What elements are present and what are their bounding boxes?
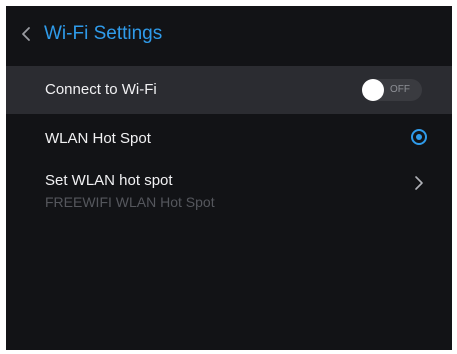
wlan-hotspot-row[interactable]: WLAN Hot Spot: [6, 116, 452, 160]
connect-wifi-label: Connect to Wi-Fi: [45, 81, 157, 98]
toggle-knob: [362, 79, 384, 101]
page-title: Wi-Fi Settings: [44, 23, 163, 44]
set-wlan-hotspot-row[interactable]: Set WLAN hot spot FREEWIFI WLAN Hot Spot: [6, 162, 452, 224]
wifi-settings-screen: Wi-Fi Settings Connect to Wi-Fi OFF WLAN…: [6, 6, 452, 350]
hotspot-name-value: FREEWIFI WLAN Hot Spot: [45, 194, 215, 210]
toggle-state-text: OFF: [390, 84, 410, 95]
back-button[interactable]: [14, 20, 38, 48]
radio-selected-dot: [416, 134, 422, 140]
chevron-right-icon: [411, 172, 427, 194]
connect-wifi-row[interactable]: Connect to Wi-Fi OFF: [6, 66, 452, 114]
wlan-hotspot-radio[interactable]: [411, 129, 427, 145]
header: Wi-Fi Settings: [6, 6, 452, 62]
set-wlan-hotspot-label: Set WLAN hot spot: [45, 172, 173, 189]
connect-wifi-toggle[interactable]: OFF: [362, 79, 422, 101]
wlan-hotspot-label: WLAN Hot Spot: [45, 130, 151, 147]
chevron-left-icon: [21, 26, 31, 42]
